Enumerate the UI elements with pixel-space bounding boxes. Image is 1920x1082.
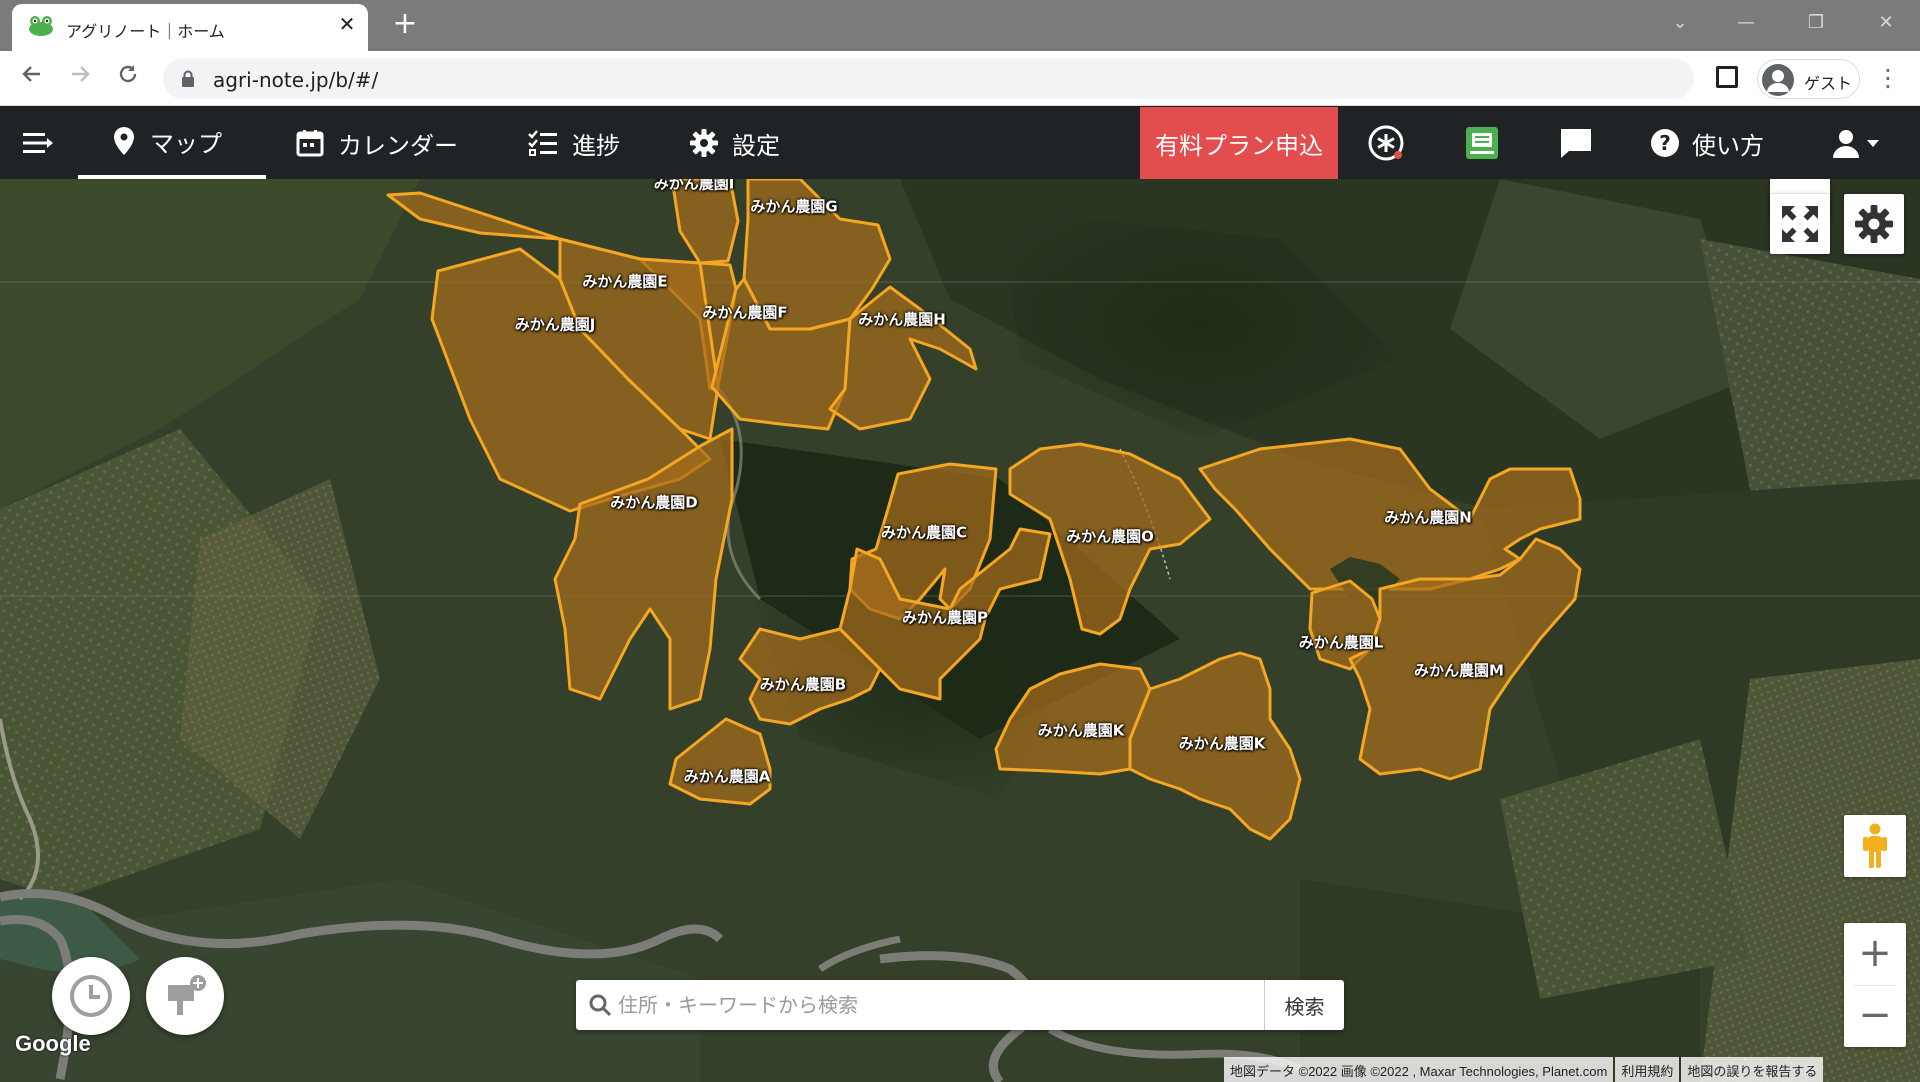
tab-search-icon[interactable]: ⌄ [1660, 8, 1700, 38]
field-label-m[interactable]: みかん農園M [1414, 660, 1504, 681]
clock-icon [68, 973, 114, 1019]
satellite-imagery [0, 179, 1920, 1082]
nav-progress-label: 進捗 [572, 131, 620, 160]
new-tab-icon[interactable]: + [390, 9, 420, 39]
field-label-l[interactable]: みかん農園L [1299, 632, 1384, 653]
url-field[interactable]: agri-note.jp/b/#/ [163, 58, 1694, 99]
satellite-map[interactable]: みかん農園I みかん農園G みかん農園E みかん農園J みかん農園F みかん農園… [0, 179, 1920, 1082]
nav-calendar-label: カレンダー [338, 131, 458, 160]
field-label-n[interactable]: みかん農園N [1384, 507, 1472, 528]
avatar-icon [1762, 64, 1794, 96]
window-close-icon[interactable]: ✕ [1866, 8, 1906, 38]
map-attribution: 地図データ ©2022 画像 ©2022 , Maxar Technologie… [1224, 1057, 1825, 1082]
add-marker-button[interactable] [146, 957, 224, 1035]
field-label-o[interactable]: みかん農園O [1066, 526, 1154, 547]
search-icon [588, 993, 612, 1021]
map-search-input[interactable] [618, 988, 1298, 1022]
calendar-icon [296, 129, 324, 157]
browser-menu-icon[interactable]: ⋮ [1876, 63, 1900, 95]
checklist-icon [528, 130, 558, 156]
zoom-out-button[interactable]: − [1844, 985, 1906, 1047]
fullscreen-button[interactable] [1770, 194, 1830, 254]
profile-label: ゲスト [1804, 74, 1853, 93]
caret-down-icon [1866, 138, 1880, 148]
nav-map-tab[interactable]: マップ [78, 107, 266, 179]
app-header: マップ カレンダー 進捗 設定 有料プラン申込 ? 使い方 [0, 107, 1920, 179]
field-label-k-right[interactable]: みかん農園K [1179, 733, 1266, 754]
field-label-p[interactable]: みかん農園P [902, 607, 988, 628]
history-button[interactable] [52, 957, 130, 1035]
map-pin-icon [112, 126, 136, 156]
field-label-k-left[interactable]: みかん農園K [1038, 720, 1125, 741]
add-flag-icon [162, 973, 208, 1019]
tab-title: アグリノート｜ホーム [66, 22, 225, 41]
help-link[interactable]: ? 使い方 [1650, 107, 1764, 179]
svg-text:?: ? [1659, 131, 1671, 155]
street-view-pegman-button[interactable] [1844, 815, 1906, 877]
farm-diary-book-icon[interactable] [1462, 123, 1502, 163]
map-settings-button[interactable] [1844, 194, 1904, 254]
minimize-icon[interactable]: — [1726, 8, 1766, 38]
reload-icon[interactable] [112, 63, 144, 95]
help-circle-icon: ? [1650, 128, 1680, 158]
paid-plan-button[interactable]: 有料プラン申込 [1140, 107, 1338, 179]
zoom-control: + − [1844, 923, 1906, 1047]
terms-link[interactable]: 利用規約 [1615, 1057, 1680, 1082]
field-label-j[interactable]: みかん農園J [515, 314, 596, 335]
browser-tab[interactable]: アグリノート｜ホーム ✕ [12, 4, 368, 51]
url-text: agri-note.jp/b/#/ [213, 68, 379, 92]
nav-progress-tab[interactable]: 進捗 [528, 107, 620, 179]
help-label: 使い方 [1692, 131, 1764, 160]
field-label-a[interactable]: みかん農園A [684, 766, 771, 787]
menu-toggle-icon[interactable] [18, 123, 58, 163]
map-search-box: 検索 [576, 980, 1344, 1030]
lock-icon [181, 70, 195, 91]
tab-close-icon[interactable]: ✕ [336, 13, 358, 35]
nav-settings-label: 設定 [732, 131, 780, 160]
gear-icon [690, 129, 718, 157]
map-search-button[interactable]: 検索 [1264, 980, 1344, 1030]
zoom-in-button[interactable]: + [1844, 923, 1906, 985]
frog-favicon-icon [28, 15, 54, 41]
profile-button[interactable]: ゲスト [1757, 59, 1860, 99]
google-logo: Google [15, 1031, 91, 1056]
side-panel-icon[interactable] [1716, 66, 1738, 88]
browser-tabstrip: アグリノート｜ホーム ✕ + ⌄ — ❐ ✕ [0, 0, 1920, 51]
nav-calendar-tab[interactable]: カレンダー [296, 107, 458, 179]
fullscreen-icon [1780, 204, 1820, 244]
field-label-e[interactable]: みかん農園E [582, 271, 667, 292]
field-label-i[interactable]: みかん農園I [654, 179, 735, 194]
gear-icon [1855, 205, 1893, 243]
field-label-b[interactable]: みかん農園B [760, 674, 846, 695]
field-label-f[interactable]: みかん農園F [702, 302, 787, 323]
field-label-g[interactable]: みかん農園G [750, 196, 837, 217]
asterisk-notice-icon[interactable] [1366, 123, 1406, 163]
field-label-c[interactable]: みかん農園C [881, 522, 967, 543]
report-error-link[interactable]: 地図の誤りを報告する [1681, 1057, 1824, 1082]
user-icon [1832, 128, 1860, 158]
user-menu[interactable] [1832, 123, 1880, 163]
address-bar: agri-note.jp/b/#/ ゲスト ⋮ [0, 51, 1920, 106]
chat-icon[interactable] [1556, 123, 1596, 163]
attribution-data: 地図データ ©2022 画像 ©2022 , Maxar Technologie… [1224, 1057, 1614, 1082]
forward-icon[interactable] [64, 63, 96, 95]
pegman-icon [1862, 823, 1888, 869]
restore-icon[interactable]: ❐ [1796, 8, 1836, 38]
field-label-d[interactable]: みかん農園D [610, 492, 697, 513]
back-icon[interactable] [16, 63, 48, 95]
nav-settings-tab[interactable]: 設定 [690, 107, 780, 179]
field-label-h[interactable]: みかん農園H [858, 309, 946, 330]
nav-map-label: マップ [150, 129, 222, 158]
